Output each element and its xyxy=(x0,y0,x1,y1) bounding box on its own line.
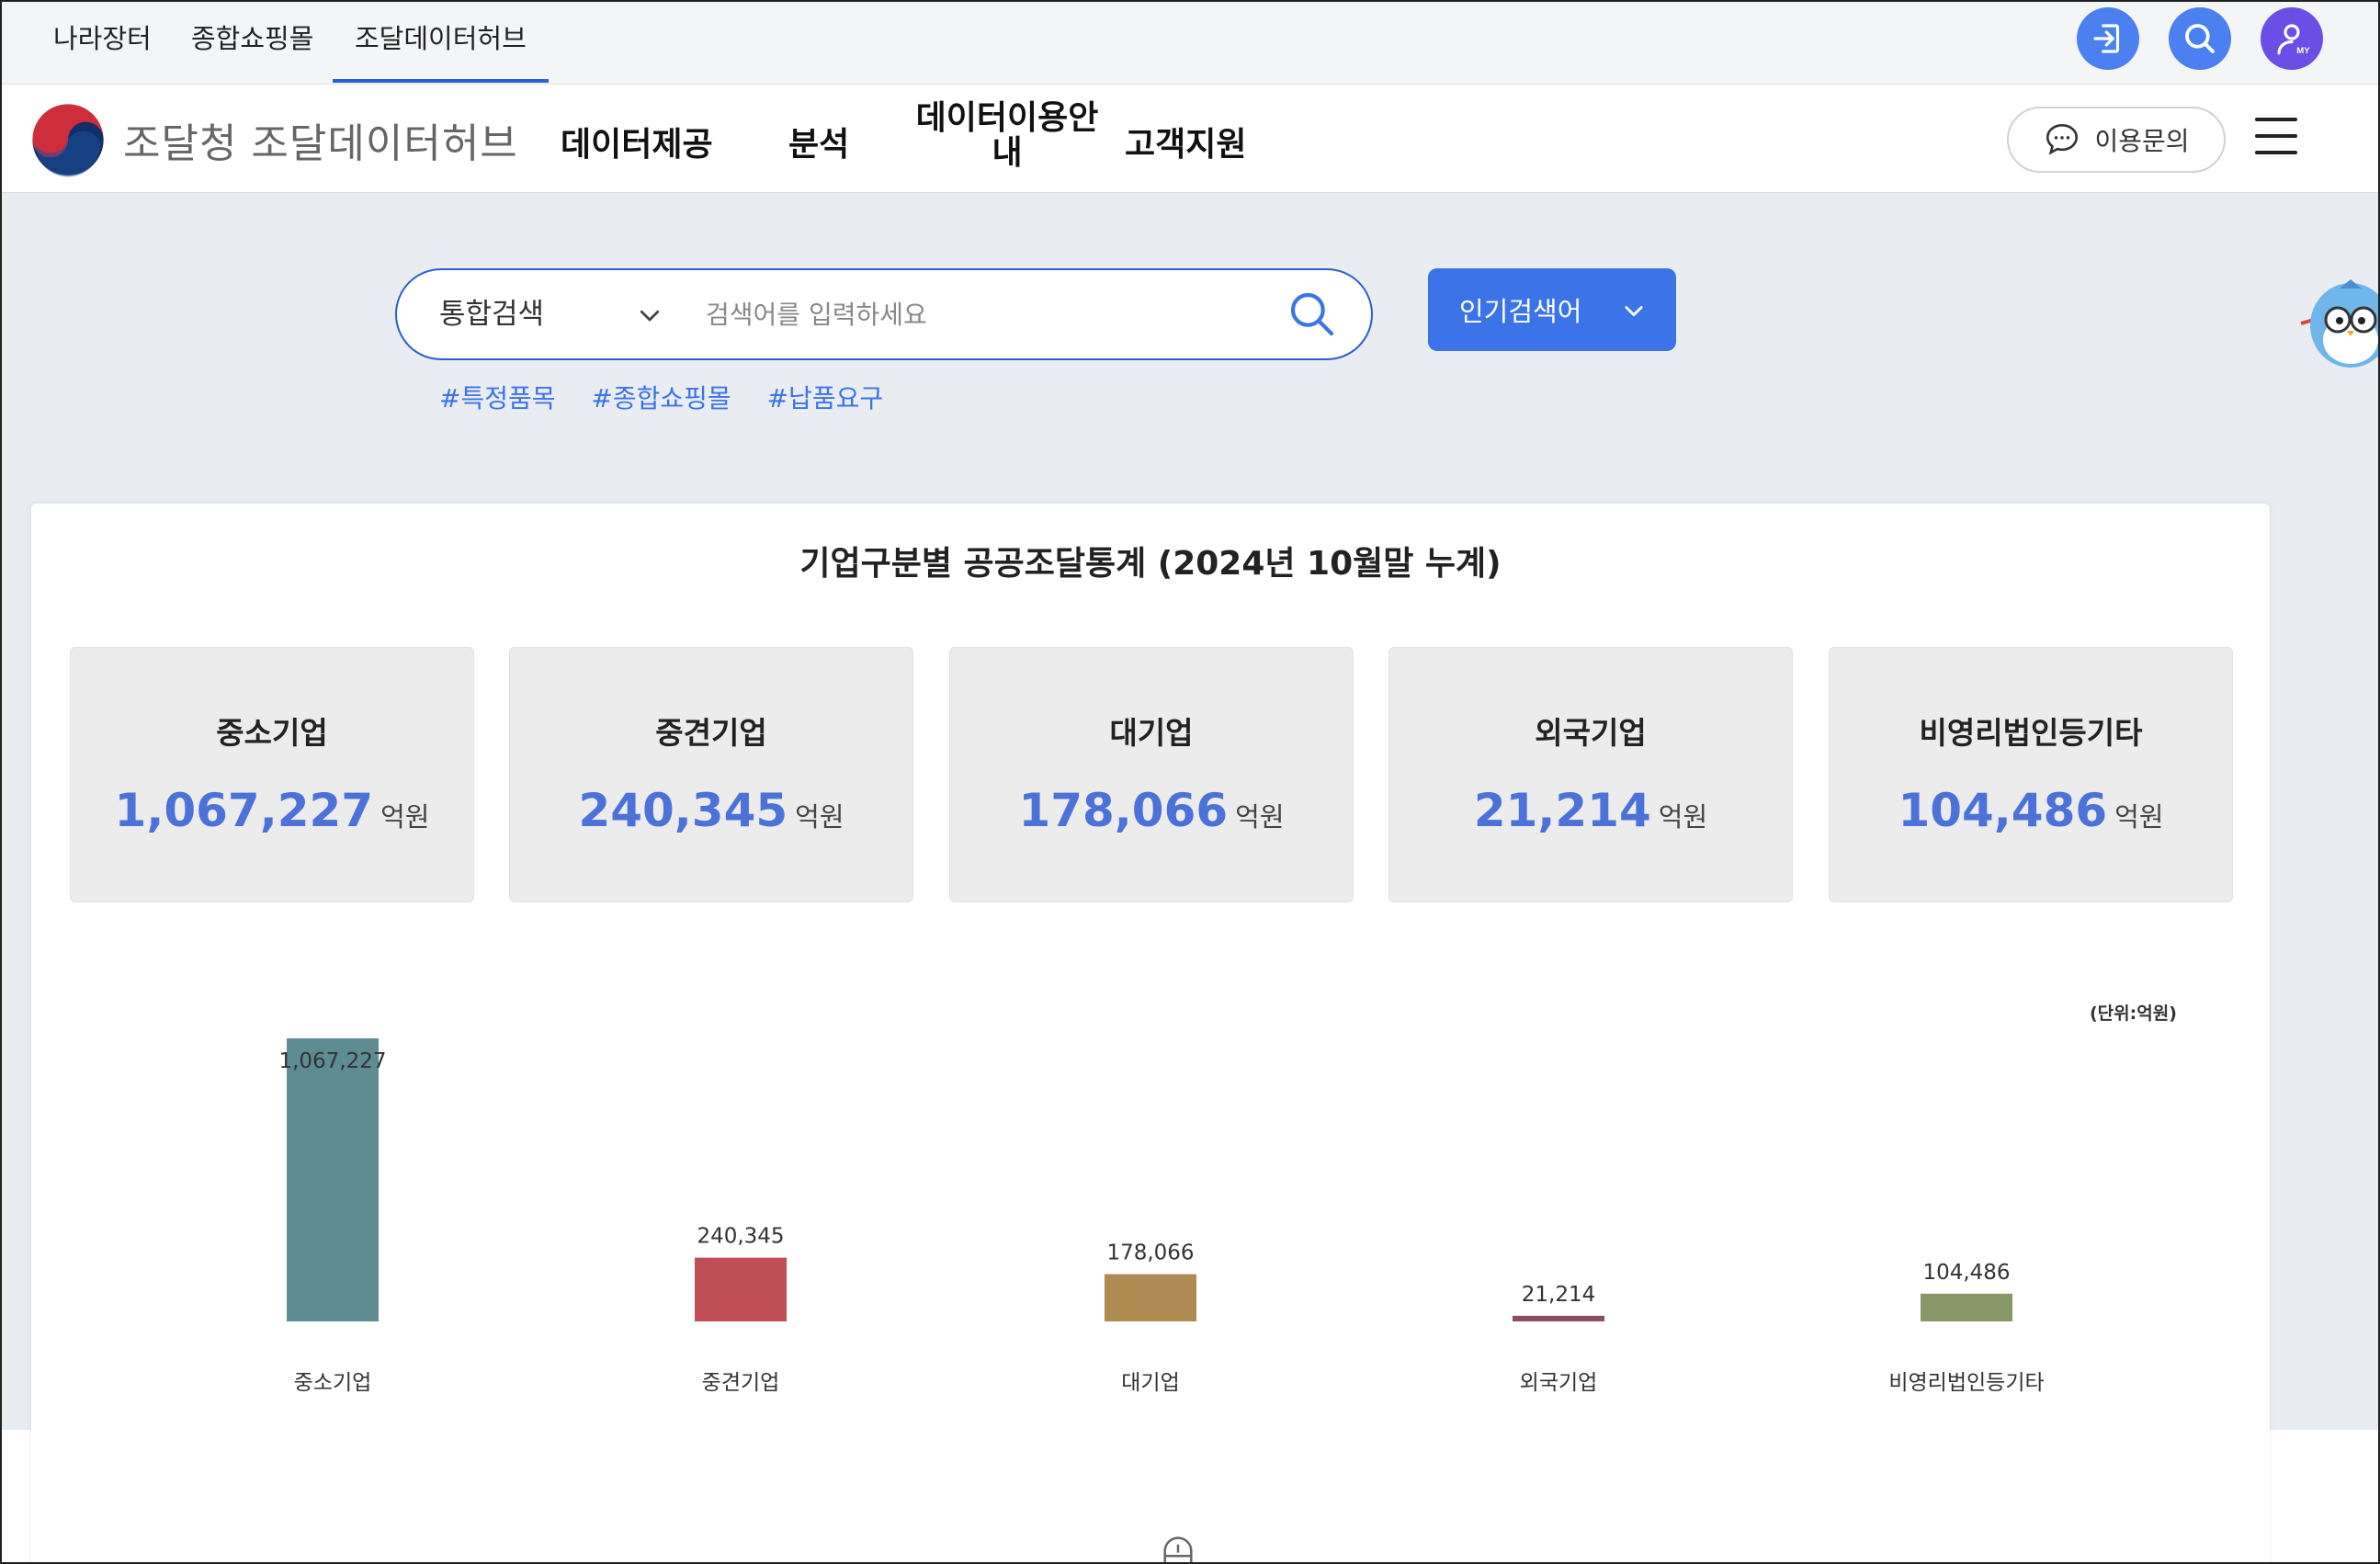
stat-card-nonprofit: 비영리법인등기타 104,486 억원 xyxy=(1829,647,2233,902)
site-title[interactable]: 조달청 조달데이터허브 xyxy=(123,110,518,169)
inquiry-label: 이용문의 xyxy=(2094,126,2190,156)
chart-data-label: 104,486 xyxy=(1922,1261,2010,1285)
search-scope-select[interactable]: 통합검색 xyxy=(439,270,544,358)
mascot-chatbot-icon[interactable] xyxy=(2294,268,2380,379)
stat-card-value: 21,214 xyxy=(1473,784,1651,837)
nav-usage-guide[interactable]: 데이터이용안내 xyxy=(910,101,1105,171)
global-search-button[interactable] xyxy=(2169,7,2231,70)
popular-keywords-button[interactable]: 인기검색어 xyxy=(1428,268,1676,351)
main-header: 조달청 조달데이터허브 데이터제공 분석 데이터이용안내 고객지원 이용문의 xyxy=(2,85,2378,193)
chart-data-label: 21,214 xyxy=(1522,1283,1595,1307)
chart-bar[interactable] xyxy=(1921,1293,2012,1321)
chart-bar[interactable] xyxy=(1513,1315,1604,1321)
stat-card-label: 비영리법인등기타 xyxy=(1919,715,2143,751)
browser-viewport: 나라장터 종합쇼핑몰 조달데이터허브 MY 조달청 조달데이터허브 데이터제공 … xyxy=(0,0,2380,1564)
stat-card-midsize: 중견기업 240,345 억원 xyxy=(509,647,913,902)
government-emblem-logo[interactable] xyxy=(29,101,107,178)
stat-card-large: 대기업 178,066 억원 xyxy=(949,647,1354,902)
my-page-button[interactable]: MY xyxy=(2261,7,2323,70)
stat-card-value: 1,067,227 xyxy=(114,784,374,837)
chart-category-label: 중소기업 xyxy=(294,1371,372,1395)
tab-data-hub[interactable]: 조달데이터허브 xyxy=(333,2,549,85)
chart-category-label: 대기업 xyxy=(1121,1371,1179,1395)
stat-card-label: 대기업 xyxy=(1109,715,1194,751)
popular-keywords-label: 인기검색어 xyxy=(1459,296,1582,327)
my-page-icon: MY xyxy=(2277,24,2310,56)
stat-card-unit: 억원 xyxy=(795,801,844,833)
tab-narajangteo[interactable]: 나라장터 xyxy=(53,2,152,85)
chart-bar[interactable] xyxy=(1105,1274,1196,1321)
chart-category-label: 외국기업 xyxy=(1520,1371,1598,1395)
hashtag-list: #특정품목 #종합쇼핑몰 #납품요구 xyxy=(439,379,911,415)
nav-customer-support[interactable]: 고객지원 xyxy=(1125,118,1246,165)
chevron-down-icon[interactable] xyxy=(636,301,663,329)
search-submit-icon[interactable] xyxy=(1286,289,1338,340)
hashtag-link[interactable]: #종합쇼핑몰 xyxy=(591,383,731,414)
stat-card-label: 중소기업 xyxy=(216,715,328,751)
chart-data-label: 178,066 xyxy=(1106,1241,1194,1265)
chart-category-label: 중견기업 xyxy=(702,1371,780,1395)
stat-card-value: 240,345 xyxy=(578,784,788,837)
bar-chart: 1,067,227 중소기업 240,345 중견기업 178,066 대기업 21,214… xyxy=(278,1038,2045,1395)
hashtag-link[interactable]: #납품요구 xyxy=(767,383,884,414)
stat-card-unit: 억원 xyxy=(1658,801,1708,833)
stat-card-value: 104,486 xyxy=(1898,784,2108,837)
stats-panel: 기업구분별 공공조달통계 (2024년 10월말 누계) 중소기업 1,067,… xyxy=(31,504,2270,1562)
tab-shopping-mall[interactable]: 종합쇼핑몰 xyxy=(191,2,313,85)
chart-bar[interactable] xyxy=(287,1038,379,1321)
chevron-down-icon xyxy=(1625,306,1643,317)
nav-analysis[interactable]: 분석 xyxy=(788,118,849,165)
utility-bar: 나라장터 종합쇼핑몰 조달데이터허브 MY xyxy=(2,2,2378,85)
chart-category-label: 비영리법인등기타 xyxy=(1888,1371,2044,1395)
chat-icon xyxy=(2046,123,2079,155)
search-box: 통합검색 xyxy=(395,268,1373,360)
stats-title: 기업구분별 공공조달통계 (2024년 10월말 누계) xyxy=(799,545,1502,583)
login-button[interactable] xyxy=(2077,7,2139,70)
svg-text:MY: MY xyxy=(2296,46,2310,56)
stat-card-value: 178,066 xyxy=(1018,784,1229,837)
stat-card-label: 중견기업 xyxy=(655,715,767,751)
stat-card-unit: 억원 xyxy=(2114,801,2164,833)
stat-card-sme: 중소기업 1,067,227 억원 xyxy=(70,647,474,902)
search-icon xyxy=(2185,24,2215,53)
login-icon xyxy=(2093,24,2120,53)
stat-card-foreign: 외국기업 21,214 억원 xyxy=(1388,647,1793,902)
hashtag-link[interactable]: #특정품목 xyxy=(439,383,556,414)
chart-bar[interactable] xyxy=(695,1257,787,1321)
stat-card-label: 외국기업 xyxy=(1535,715,1647,751)
hamburger-icon[interactable] xyxy=(2255,118,2297,154)
chart-data-label: 1,067,227 xyxy=(278,1049,386,1073)
stat-card-unit: 억원 xyxy=(1235,801,1285,833)
scroll-down-icon[interactable] xyxy=(1158,1535,1198,1564)
stat-card-unit: 억원 xyxy=(380,801,430,833)
chart-data-label: 240,345 xyxy=(697,1225,784,1249)
inquiry-button[interactable]: 이용문의 xyxy=(2007,107,2226,173)
nav-data-provision[interactable]: 데이터제공 xyxy=(561,118,713,165)
search-input[interactable] xyxy=(706,290,1220,338)
